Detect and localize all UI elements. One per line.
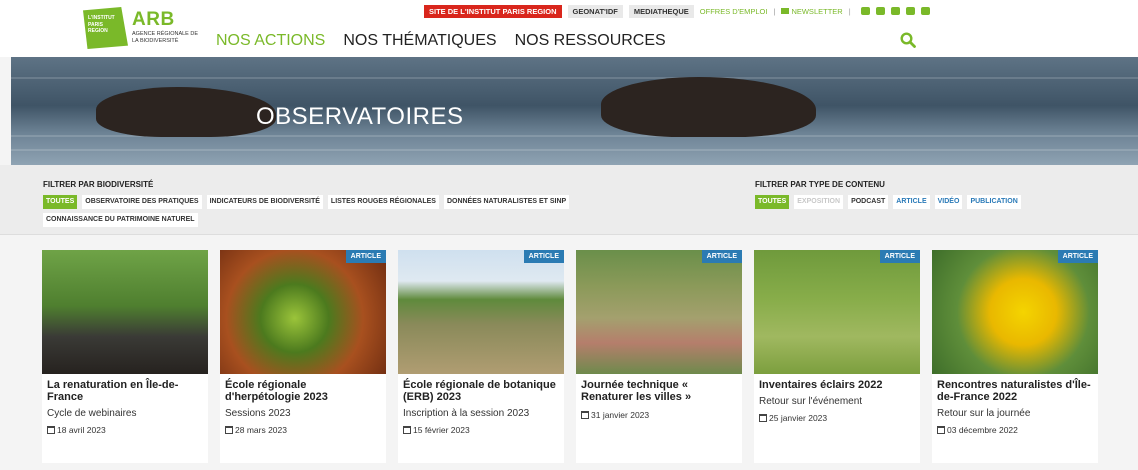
filter-chip[interactable]: LISTES ROUGES RÉGIONALES bbox=[327, 195, 439, 209]
job-offers-link[interactable]: OFFRES D'EMPLOI bbox=[700, 7, 768, 16]
site-header: L'INSTITUT PARIS REGION ARB AGENCE RÉGIO… bbox=[0, 0, 1138, 57]
mediatheque-link[interactable]: MEDIATHEQUE bbox=[628, 4, 694, 18]
filters-panel: FILTRER PAR BIODIVERSITÉ TOUTES OBSERVAT… bbox=[0, 165, 1138, 235]
article-card[interactable]: ARTICLE École régionale d'herpétologie 2… bbox=[220, 250, 386, 463]
boar-image bbox=[96, 87, 276, 137]
card-badge: ARTICLE bbox=[1057, 250, 1098, 263]
institut-site-link[interactable]: SITE DE L'INSTITUT PARIS REGION bbox=[424, 4, 562, 18]
card-title[interactable]: Inventaires éclairs 2022 bbox=[759, 379, 915, 391]
card-date: 18 avril 2023 bbox=[47, 425, 106, 435]
nav-nos-actions[interactable]: NOS ACTIONS bbox=[216, 32, 325, 50]
logo-box-line: REGION bbox=[88, 28, 108, 34]
card-subtitle: Cycle de webinaires bbox=[47, 408, 137, 419]
institut-logo[interactable]: L'INSTITUT PARIS REGION bbox=[83, 7, 128, 49]
card-date-text: 15 février 2023 bbox=[413, 425, 470, 435]
card-date: 28 mars 2023 bbox=[225, 425, 287, 435]
card-date: 31 janvier 2023 bbox=[581, 410, 649, 420]
separator: | bbox=[773, 6, 776, 16]
card-subtitle: Inscription à la session 2023 bbox=[403, 408, 530, 419]
twitter-icon[interactable] bbox=[860, 7, 870, 15]
card-image bbox=[42, 250, 208, 374]
newsletter-label: NEWSLETTER bbox=[791, 6, 843, 16]
card-date-text: 03 décembre 2022 bbox=[947, 425, 1018, 435]
filter-chip[interactable]: PODCAST bbox=[848, 195, 889, 209]
water-ripple bbox=[11, 77, 1138, 79]
filter-chip[interactable]: CONNAISSANCE DU PATRIMOINE NATUREL bbox=[43, 213, 198, 227]
filter-biodiversity-chips: TOUTES OBSERVATOIRE DES PRATIQUES INDICA… bbox=[43, 195, 623, 227]
card-image bbox=[932, 250, 1098, 374]
newsletter-link[interactable]: NEWSLETTER bbox=[781, 6, 843, 16]
search-icon[interactable] bbox=[900, 32, 916, 48]
card-date: 25 janvier 2023 bbox=[759, 413, 827, 423]
page-title: OBSERVATOIRES bbox=[256, 103, 464, 130]
filter-chip[interactable]: VIDÉO bbox=[934, 195, 963, 209]
separator: | bbox=[848, 6, 851, 16]
card-date: 03 décembre 2022 bbox=[937, 425, 1018, 435]
article-card[interactable]: La renaturation en Île-de-France Cycle d… bbox=[42, 250, 208, 463]
card-badge: ARTICLE bbox=[523, 250, 564, 263]
water-ripple bbox=[11, 149, 1138, 151]
geonat-link[interactable]: GEONAT'IDF bbox=[567, 4, 623, 18]
card-subtitle: Sessions 2023 bbox=[225, 408, 291, 419]
card-date-text: 18 avril 2023 bbox=[57, 425, 106, 435]
filter-chip[interactable]: TOUTES bbox=[755, 195, 790, 209]
logo-box-line: L'INSTITUT bbox=[88, 15, 115, 21]
calendar-icon bbox=[937, 426, 945, 434]
card-image bbox=[398, 250, 564, 374]
card-subtitle: Retour sur l'événement bbox=[759, 396, 863, 407]
filter-biodiversity-label: FILTRER PAR BIODIVERSITÉ bbox=[43, 180, 154, 189]
card-subtitle: Retour sur la journée bbox=[937, 408, 1031, 419]
card-title[interactable]: Rencontres naturalistes d'Île-de-France … bbox=[937, 379, 1093, 403]
filter-type-label: FILTRER PAR TYPE DE CONTENU bbox=[755, 180, 885, 189]
article-card[interactable]: ARTICLE Inventaires éclairs 2022 Retour … bbox=[754, 250, 920, 463]
filter-chip[interactable]: INDICATEURS DE BIODIVERSITÉ bbox=[206, 195, 323, 209]
filter-chip[interactable]: DONNÉES NATURALISTES ET SINP bbox=[443, 195, 570, 209]
envelope-icon bbox=[781, 7, 790, 14]
calendar-icon bbox=[403, 426, 411, 434]
calendar-icon bbox=[759, 414, 767, 422]
youtube-icon[interactable] bbox=[905, 7, 915, 15]
filter-chip[interactable]: OBSERVATOIRE DES PRATIQUES bbox=[82, 195, 202, 209]
article-card[interactable]: ARTICLE École régionale de botanique (ER… bbox=[398, 250, 564, 463]
card-title[interactable]: École régionale d'herpétologie 2023 bbox=[225, 379, 381, 403]
article-card[interactable]: ARTICLE Rencontres naturalistes d'Île-de… bbox=[932, 250, 1098, 463]
card-date-text: 31 janvier 2023 bbox=[591, 410, 650, 420]
calendar-icon bbox=[47, 426, 55, 434]
boar-image bbox=[601, 77, 816, 137]
card-badge: ARTICLE bbox=[879, 250, 920, 263]
social-links bbox=[860, 7, 930, 15]
card-date-text: 28 mars 2023 bbox=[235, 425, 287, 435]
linkedin-icon[interactable] bbox=[875, 7, 885, 15]
card-badge: ARTICLE bbox=[345, 250, 386, 263]
nav-nos-ressources[interactable]: NOS RESSOURCES bbox=[515, 32, 666, 50]
nav-nos-thematiques[interactable]: NOS THÉMATIQUES bbox=[343, 32, 496, 50]
card-title[interactable]: Journée technique « Renaturer les villes… bbox=[581, 379, 737, 403]
card-image bbox=[576, 250, 742, 374]
filter-chip[interactable]: ARTICLE bbox=[893, 195, 930, 209]
article-card[interactable]: ARTICLE Journée technique « Renaturer le… bbox=[576, 250, 742, 463]
instagram-icon[interactable] bbox=[920, 7, 930, 15]
card-image bbox=[754, 250, 920, 374]
card-date-text: 25 janvier 2023 bbox=[769, 413, 828, 423]
filter-chip[interactable]: PUBLICATION bbox=[967, 195, 1021, 209]
card-title[interactable]: École régionale de botanique (ERB) 2023 bbox=[403, 379, 559, 403]
arb-logo-text[interactable]: ARB bbox=[132, 9, 175, 31]
filter-type-chips: TOUTES EXPOSITION PODCAST ARTICLE VIDÉO … bbox=[755, 195, 1095, 209]
main-navigation: NOS ACTIONS NOS THÉMATIQUES NOS RESSOURC… bbox=[216, 32, 666, 50]
card-image bbox=[220, 250, 386, 374]
top-utility-bar: SITE DE L'INSTITUT PARIS REGION GEONAT'I… bbox=[424, 4, 930, 18]
filter-chip[interactable]: EXPOSITION bbox=[794, 195, 844, 209]
card-date: 15 février 2023 bbox=[403, 425, 470, 435]
facebook-icon[interactable] bbox=[890, 7, 900, 15]
calendar-icon bbox=[581, 411, 589, 419]
card-title[interactable]: La renaturation en Île-de-France bbox=[47, 379, 203, 403]
card-badge: ARTICLE bbox=[701, 250, 742, 263]
calendar-icon bbox=[225, 426, 233, 434]
filter-chip[interactable]: TOUTES bbox=[43, 195, 78, 209]
hero-banner: OBSERVATOIRES bbox=[11, 57, 1138, 165]
arb-logo-subtitle: AGENCE RÉGIONALE DE LA BIODIVERSITÉ bbox=[132, 31, 199, 44]
